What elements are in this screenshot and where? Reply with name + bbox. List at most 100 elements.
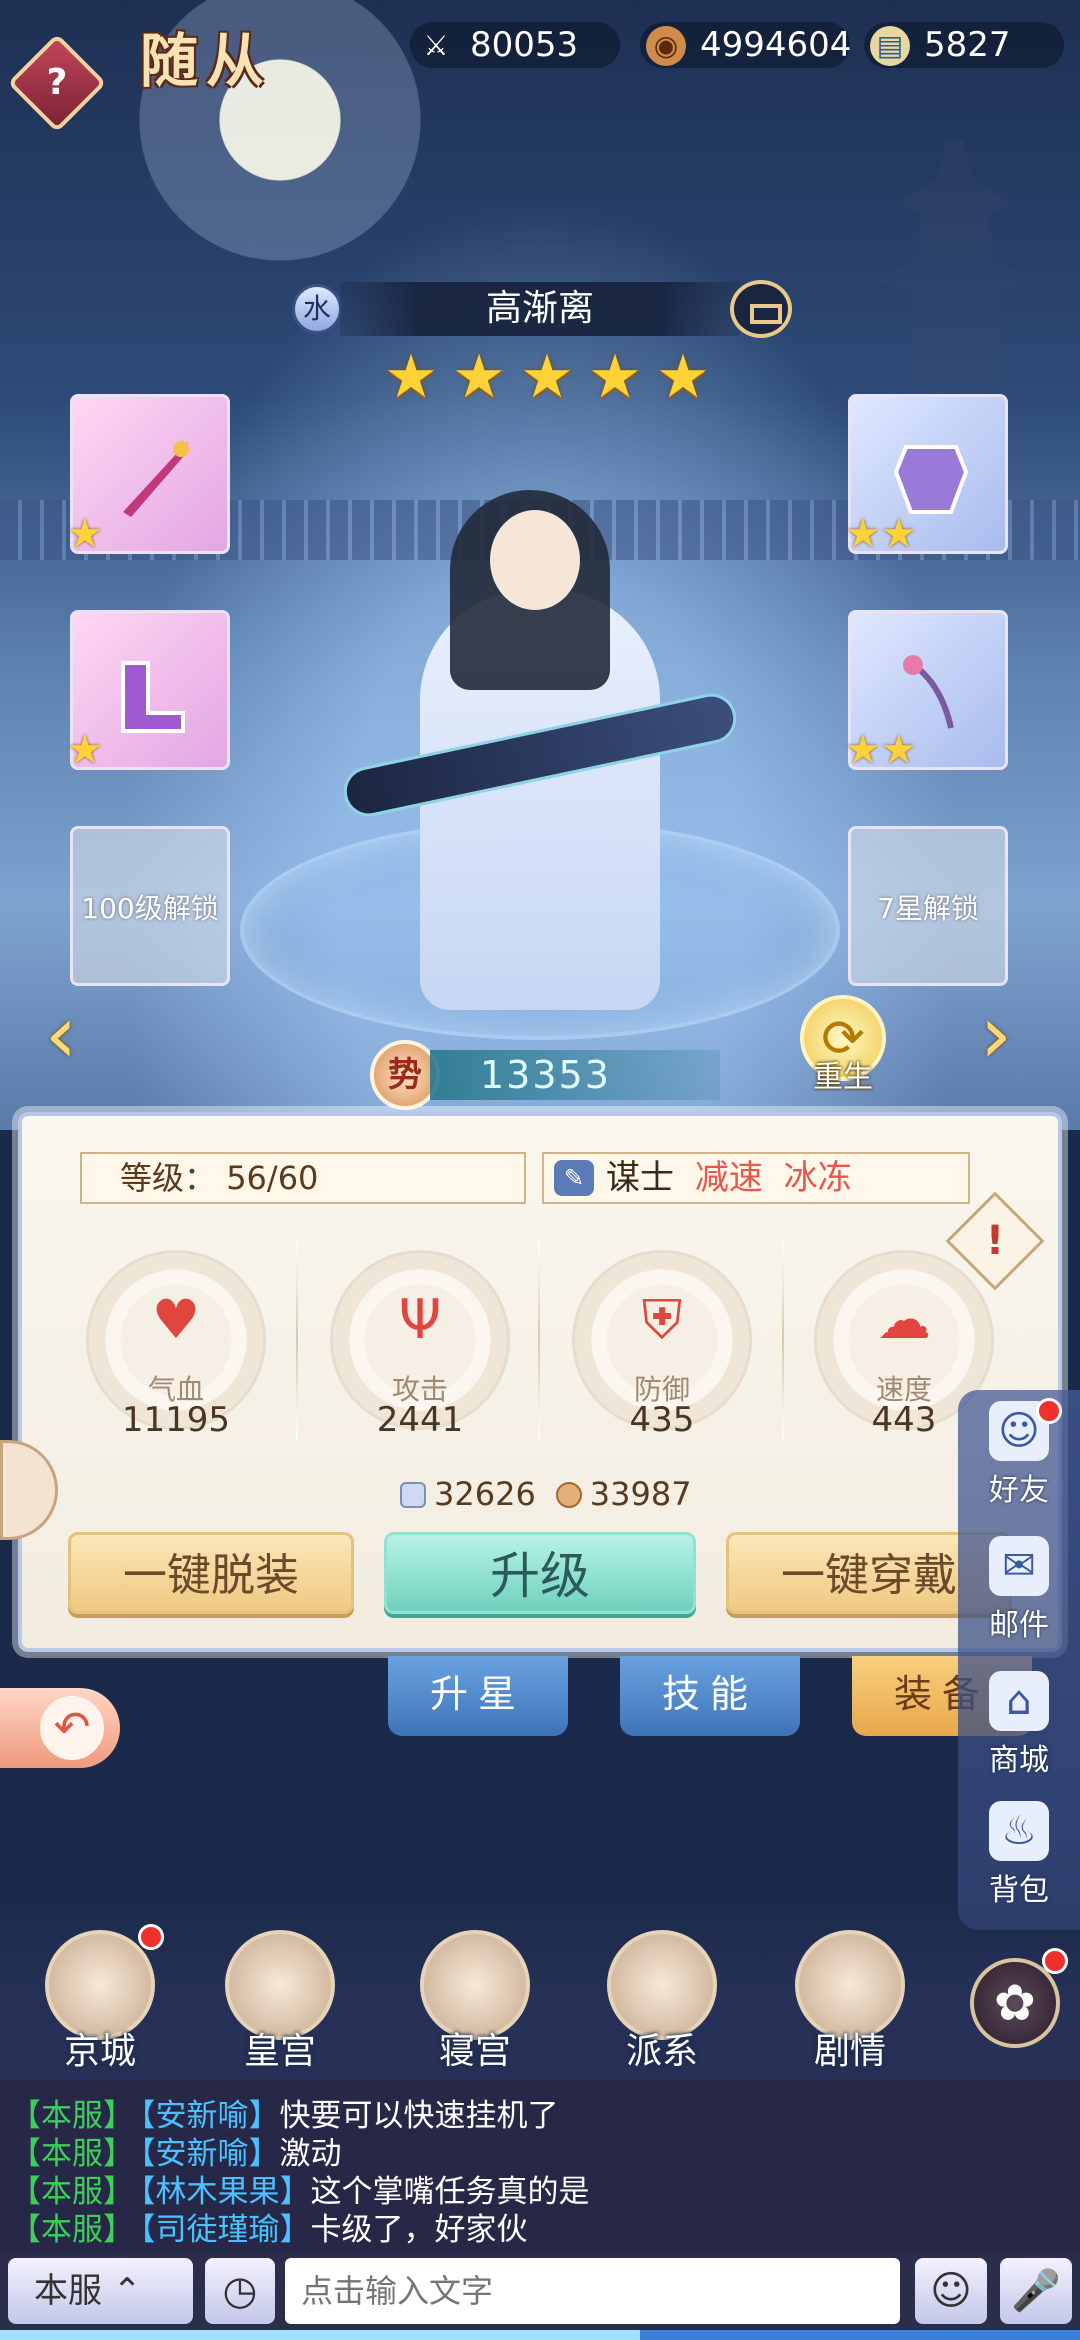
- bag-icon: ♨: [989, 1801, 1049, 1861]
- mail-icon: ✉: [989, 1536, 1049, 1596]
- prev-hero-arrow-icon[interactable]: ‹: [45, 995, 105, 1075]
- chat-history-icon[interactable]: ◷: [205, 2258, 275, 2324]
- level-value: 56/60: [226, 1159, 319, 1197]
- side-item-label: 好友: [989, 1473, 1049, 1508]
- shop-icon: ⌂: [989, 1671, 1049, 1731]
- level-display: 等级： 56/60: [80, 1152, 526, 1204]
- nav-label: 派系: [625, 2031, 698, 2072]
- star-icon: ★★: [845, 511, 917, 557]
- stat-divider: [782, 1240, 784, 1440]
- heart-icon: ♥: [151, 1288, 201, 1351]
- coin-icon: [555, 1482, 582, 1508]
- resource-combat-value: 80053: [470, 25, 579, 65]
- upgrade-cost: 32626 33987: [400, 1475, 692, 1513]
- microphone-icon[interactable]: 🎤: [1000, 2258, 1072, 2324]
- resource-books: ▤ 5827: [864, 22, 1064, 68]
- hero-portrait[interactable]: [300, 470, 780, 1030]
- star-icon: ★: [656, 342, 710, 412]
- class-tag: 减速: [694, 1158, 763, 1198]
- back-button[interactable]: ↶: [0, 1688, 120, 1768]
- scroll-book-icon: ▤: [870, 26, 910, 66]
- bottom-progress-fill: [0, 2330, 640, 2340]
- star-icon: ★: [384, 342, 438, 412]
- equip-slot-weapon[interactable]: ★: [67, 394, 230, 557]
- class-book-icon: ✎: [554, 1160, 594, 1196]
- tab-skills[interactable]: 技能: [620, 1656, 800, 1736]
- resource-combat: ⚔ 80053: [410, 22, 620, 68]
- side-item-bag[interactable]: ♨ 背包: [958, 1795, 1080, 1915]
- resource-coins-value: 4994604: [700, 25, 852, 65]
- dagger-icon: [123, 441, 189, 517]
- unequip-all-button[interactable]: 一键脱装: [68, 1532, 354, 1614]
- class-name: 谋士: [606, 1158, 674, 1198]
- exp-coin-value: 33987: [589, 1475, 692, 1513]
- chevron-up-icon: ⌃: [112, 2271, 142, 2311]
- star-icon: ★: [520, 342, 574, 412]
- notification-dot: [1042, 1948, 1068, 1974]
- nav-chamber[interactable]: 寝宫: [410, 1930, 540, 2080]
- chat-message: 【本服】 【司徒瑾瑜】卡级了，好家伙: [10, 2204, 528, 2249]
- crossed-swords-icon: ⚔: [423, 29, 449, 62]
- equip-slot-locked-star[interactable]: 7星解锁: [848, 826, 1008, 986]
- stat-value: 435: [629, 1400, 695, 1440]
- rebirth-label[interactable]: 重生: [800, 1052, 886, 1096]
- class-tag: 冰冻: [783, 1158, 852, 1198]
- hero-stars: ★ ★ ★ ★ ★: [380, 346, 714, 408]
- exp-coin: 33987: [555, 1475, 692, 1513]
- equip-slot-armor[interactable]: ★★: [845, 394, 1008, 557]
- chat-input[interactable]: [285, 2258, 900, 2324]
- equip-slot-locked-level[interactable]: 100级解锁: [70, 826, 230, 986]
- stat-value: 11195: [121, 1400, 231, 1440]
- equip-slot-accessory[interactable]: ★★: [845, 610, 1008, 773]
- nav-label: 皇宫: [243, 2031, 316, 2072]
- hero-power: 13353: [430, 1050, 720, 1100]
- top-bar: ? 随从 ⚔ 80053 ◉ 4994604 ▤ 5827: [0, 0, 1080, 133]
- star-icon: ★: [588, 342, 642, 412]
- equip-slot-boots[interactable]: ★: [67, 610, 230, 773]
- exp-scroll-value: 32626: [434, 1475, 536, 1513]
- nav-story[interactable]: 剧情: [785, 1930, 915, 2080]
- upgrade-button[interactable]: 升级: [384, 1532, 696, 1614]
- copper-coin-icon: ◉: [646, 26, 686, 66]
- chat-user[interactable]: 【司徒瑾瑜】: [140, 2212, 311, 2248]
- shield-icon: ⛨: [641, 1288, 683, 1351]
- chat-text: 卡级了，好家伙: [310, 2212, 528, 2248]
- slot-lock-label: 100级解锁: [81, 892, 219, 925]
- class-display: ✎ 谋士 减速 冰冻: [542, 1152, 970, 1204]
- question-icon: ?: [46, 62, 68, 103]
- emoji-icon[interactable]: ☺: [915, 2258, 987, 2324]
- slot-lock-label: 7星解锁: [877, 892, 979, 925]
- element-badge: 水: [292, 284, 342, 334]
- stat-defense: ⛨ 防御 435: [572, 1250, 752, 1450]
- scroll-icon: [400, 1482, 426, 1508]
- nav-palace[interactable]: 皇宫: [215, 1930, 345, 2080]
- boots-icon: [121, 661, 185, 733]
- side-item-shop[interactable]: ⌂ 商城: [958, 1665, 1080, 1785]
- tab-star-up[interactable]: 升星: [388, 1656, 568, 1736]
- side-item-label: 邮件: [989, 1608, 1049, 1643]
- hero-name: 高渐离: [340, 282, 740, 336]
- stat-divider: [538, 1240, 540, 1440]
- star-icon: ★: [67, 511, 103, 557]
- chat-channel: 【本服】: [10, 2212, 134, 2248]
- stat-divider: [296, 1240, 298, 1440]
- page-title: 随从: [140, 27, 273, 95]
- stat-attack: Ψ 攻击 2441: [330, 1250, 510, 1450]
- star-icon: ★: [452, 342, 506, 412]
- stat-value: 2441: [376, 1400, 464, 1440]
- star-icon: ★★: [845, 727, 917, 773]
- nav-capital[interactable]: 京城: [35, 1930, 165, 2080]
- rename-icon[interactable]: [730, 280, 792, 338]
- cloud-icon: ☁: [877, 1288, 931, 1351]
- next-hero-arrow-icon[interactable]: ›: [980, 995, 1040, 1075]
- nav-label: 剧情: [813, 2031, 886, 2072]
- nav-label: 京城: [63, 2031, 136, 2072]
- resource-books-value: 5827: [924, 25, 1011, 65]
- nav-faction[interactable]: 派系: [597, 1930, 727, 2080]
- notification-dot: [138, 1924, 164, 1950]
- channel-select-button[interactable]: 本服 ⌃: [8, 2258, 193, 2324]
- star-icon: ★: [67, 727, 103, 773]
- resource-coins: ◉ 4994604: [640, 22, 852, 68]
- side-item-mail[interactable]: ✉ 邮件: [958, 1530, 1080, 1650]
- nav-label: 寝宫: [438, 2031, 511, 2072]
